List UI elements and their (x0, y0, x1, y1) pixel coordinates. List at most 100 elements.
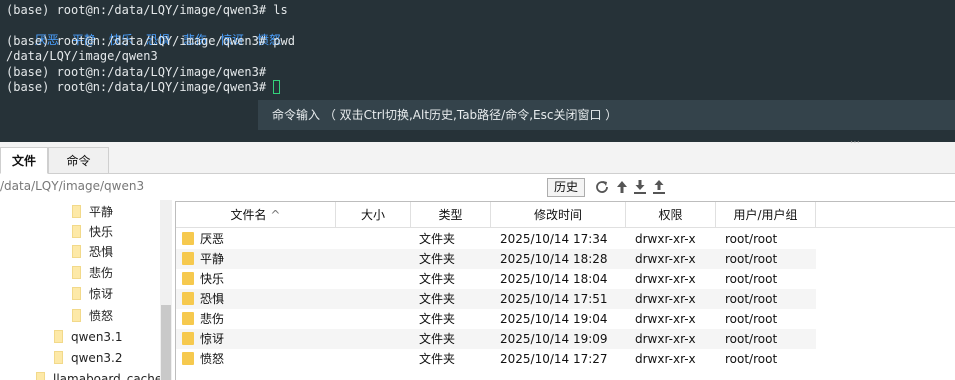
terminal-line: (base) root@n:/data/LQY/image/qwen3# pwd (6, 34, 295, 48)
tree-item[interactable]: 平静 (72, 202, 113, 222)
folder-icon (72, 266, 81, 279)
file-name-cell: 平静 (182, 249, 224, 269)
file-type-cell: 文件夹 (419, 252, 456, 266)
tab-commands[interactable]: 命令 (48, 147, 109, 174)
file-mtime-cell: 2025/10/14 17:27 (500, 352, 608, 366)
file-owner-cell: root/root (725, 252, 778, 266)
file-owner-cell: root/root (725, 352, 778, 366)
folder-icon (182, 232, 194, 245)
tree-item-label: llamaboard_cache (53, 372, 163, 380)
folder-icon (72, 309, 81, 322)
upload-icon[interactable] (651, 179, 667, 195)
terminal-ls-output: 厌恶 平静 快乐 恐惧 悲伤 惊讶 愤怒 (6, 18, 294, 47)
tree-scrollbar[interactable] (160, 200, 172, 380)
folder-icon (182, 312, 194, 325)
refresh-icon[interactable] (594, 179, 610, 195)
folder-icon (72, 225, 81, 238)
file-perm-cell: drwxr-xr-x (635, 272, 696, 286)
history-button[interactable]: 历史 (547, 178, 585, 197)
tree-item[interactable]: 惊讶 (72, 284, 113, 304)
folder-icon (182, 332, 194, 345)
folder-icon (182, 272, 194, 285)
file-row[interactable]: 平静 文件夹 2025/10/14 18:28 drwxr-xr-x root/… (176, 249, 816, 269)
download-icon[interactable] (632, 179, 648, 195)
file-perm-cell: drwxr-xr-x (635, 292, 696, 306)
up-arrow-icon[interactable] (614, 179, 630, 195)
file-row[interactable]: 厌恶 文件夹 2025/10/14 17:34 drwxr-xr-x root/… (176, 229, 816, 249)
file-list: 文件名 ^ 大小 类型 修改时间 权限 用户/用户组 厌恶 文件夹 2025/1… (175, 201, 955, 380)
tree-item-label: 愤怒 (89, 309, 114, 323)
resize-grip-icon[interactable]: ⋯ (850, 137, 861, 148)
column-header-size[interactable]: 大小 (336, 202, 411, 228)
tree-item-label: qwen3.2 (71, 351, 123, 365)
file-name-cell: 愤怒 (182, 349, 224, 369)
tab-files[interactable]: 文件 (0, 147, 48, 174)
file-owner-cell: root/root (725, 292, 778, 306)
file-owner-cell: root/root (725, 272, 778, 286)
file-owner-cell: root/root (725, 232, 778, 246)
folder-icon (72, 245, 81, 258)
sort-ascending-icon: ^ (270, 208, 281, 222)
file-name-cell: 悲伤 (182, 309, 224, 329)
file-list-header: 文件名 ^ 大小 类型 修改时间 权限 用户/用户组 (176, 202, 955, 228)
file-mtime-cell: 2025/10/14 18:28 (500, 252, 608, 266)
file-mtime-cell: 2025/10/14 17:51 (500, 292, 608, 306)
file-perm-cell: drwxr-xr-x (635, 312, 696, 326)
file-type-cell: 文件夹 (419, 312, 456, 326)
column-header-type[interactable]: 类型 (411, 202, 491, 228)
tree-item-label: 平静 (89, 205, 114, 219)
terminal-prompt-line: (base) root@n:/data/LQY/image/qwen3# (6, 80, 281, 95)
folder-icon (182, 352, 194, 365)
column-header-owner[interactable]: 用户/用户组 (716, 202, 816, 228)
tree-item-label: 快乐 (89, 225, 114, 239)
file-type-cell: 文件夹 (419, 272, 456, 286)
file-owner-cell: root/root (725, 312, 778, 326)
tree-item[interactable]: 悲伤 (72, 263, 113, 283)
folder-icon (54, 351, 63, 364)
tree-item[interactable]: qwen3.2 (54, 348, 123, 368)
column-header-mtime[interactable]: 修改时间 (491, 202, 626, 228)
folder-icon (36, 372, 45, 380)
tree-item[interactable]: 恐惧 (72, 242, 113, 262)
path-bar: /data/LQY/image/qwen3 历史 (0, 174, 955, 200)
file-mtime-cell: 2025/10/14 19:09 (500, 332, 608, 346)
terminal-line: (base) root@n:/data/LQY/image/qwen3# ls (6, 3, 288, 17)
column-header-name[interactable]: 文件名 ^ (176, 202, 336, 228)
file-name-cell: 惊讶 (182, 329, 224, 349)
file-row[interactable]: 愤怒 文件夹 2025/10/14 17:27 drwxr-xr-x root/… (176, 349, 816, 369)
folder-icon (72, 287, 81, 300)
file-perm-cell: drwxr-xr-x (635, 332, 696, 346)
tree-item-label: 惊讶 (89, 287, 114, 301)
file-mtime-cell: 2025/10/14 18:04 (500, 272, 608, 286)
command-input-bar[interactable]: 命令输入 （ 双击Ctrl切换,Alt历史,Tab路径/命令,Esc关闭窗口 ） (258, 100, 955, 130)
file-row[interactable]: 恐惧 文件夹 2025/10/14 17:51 drwxr-xr-x root/… (176, 289, 816, 309)
file-perm-cell: drwxr-xr-x (635, 252, 696, 266)
file-row[interactable]: 悲伤 文件夹 2025/10/14 19:04 drwxr-xr-x root/… (176, 309, 816, 329)
folder-icon (182, 252, 194, 265)
folder-icon (54, 330, 63, 343)
tree-item-label: 悲伤 (89, 266, 114, 280)
file-type-cell: 文件夹 (419, 332, 456, 346)
column-header-permissions[interactable]: 权限 (626, 202, 716, 228)
file-name-cell: 快乐 (182, 269, 224, 289)
directory-tree: 平静 快乐 恐惧 悲伤 惊讶 愤怒 qwen3.1 qwen3.2 llamab… (0, 200, 172, 380)
file-row[interactable]: 惊讶 文件夹 2025/10/14 19:09 drwxr-xr-x root/… (176, 329, 816, 349)
tree-item[interactable]: qwen3.1 (54, 327, 123, 347)
file-name-cell: 恐惧 (182, 289, 224, 309)
terminal-line: /data/LQY/image/qwen3 (6, 49, 158, 63)
terminal-line: (base) root@n:/data/LQY/image/qwen3# (6, 65, 267, 79)
tree-item[interactable]: 愤怒 (72, 306, 113, 326)
terminal-panel[interactable]: (base) root@n:/data/LQY/image/qwen3# ls … (0, 0, 955, 142)
folder-icon (182, 292, 194, 305)
tree-item-label: qwen3.1 (71, 330, 123, 344)
file-owner-cell: root/root (725, 332, 778, 346)
path-input[interactable]: /data/LQY/image/qwen3 (0, 179, 144, 193)
tree-item[interactable]: 快乐 (72, 222, 113, 242)
tree-scrollbar-thumb[interactable] (161, 305, 171, 380)
file-name-cell: 厌恶 (182, 229, 224, 249)
file-type-cell: 文件夹 (419, 292, 456, 306)
file-perm-cell: drwxr-xr-x (635, 352, 696, 366)
file-row[interactable]: 快乐 文件夹 2025/10/14 18:04 drwxr-xr-x root/… (176, 269, 816, 289)
tree-item[interactable]: llamaboard_cache (36, 369, 162, 380)
file-type-cell: 文件夹 (419, 232, 456, 246)
